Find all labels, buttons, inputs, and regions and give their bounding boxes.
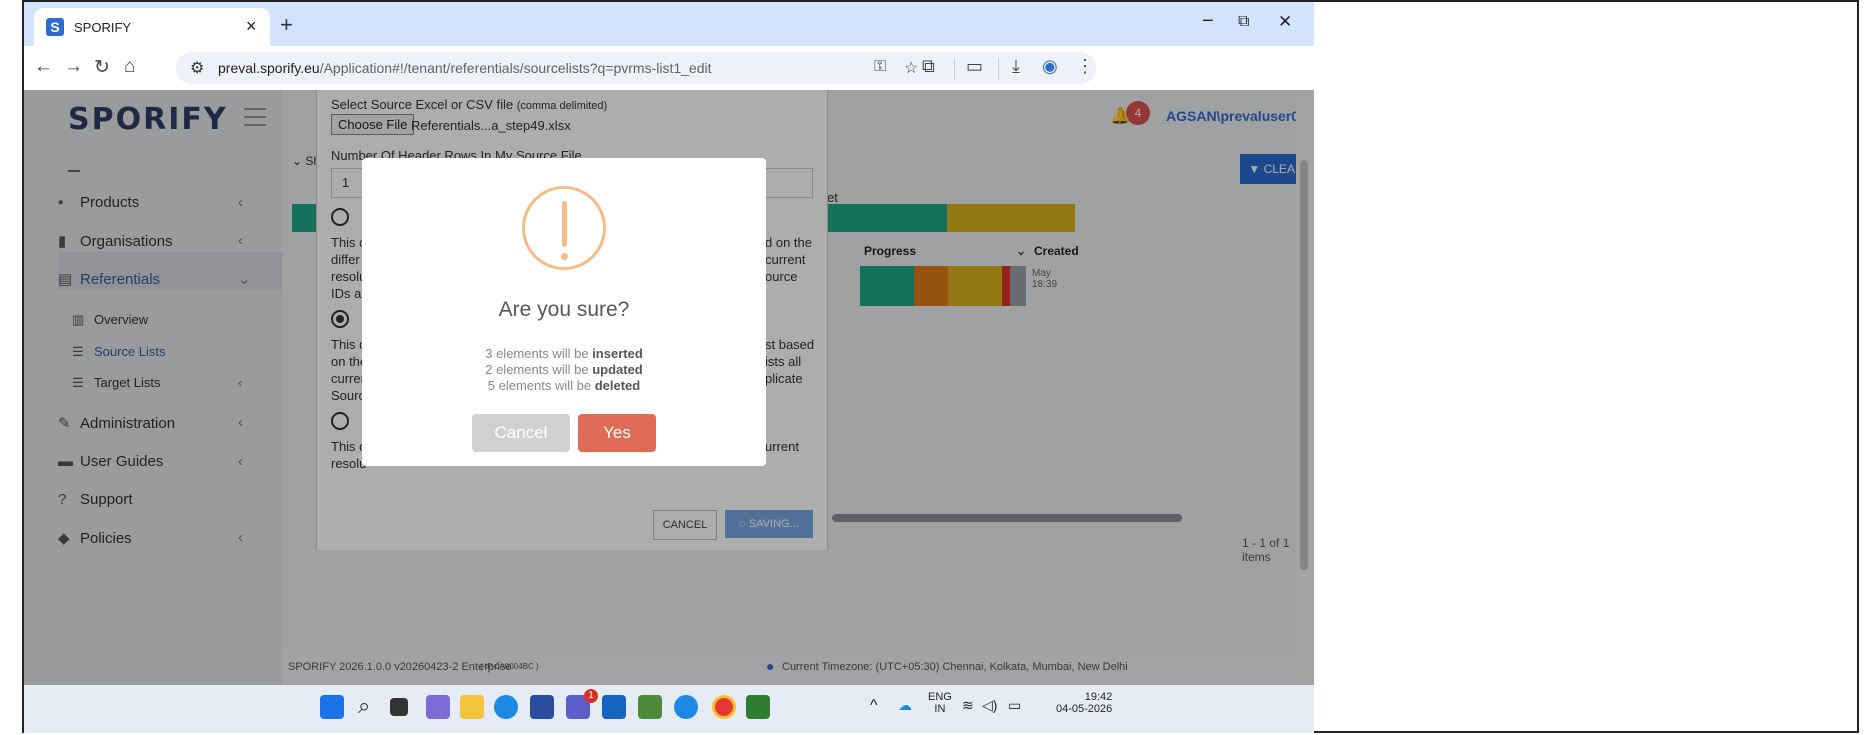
menu-dots-icon[interactable]: ⋮ bbox=[1076, 56, 1094, 77]
excel-icon[interactable] bbox=[746, 695, 770, 719]
deleted-summary: 5 elements will be deleted bbox=[362, 378, 766, 393]
windows-start-icon[interactable] bbox=[320, 695, 344, 719]
volume-icon[interactable]: ◁) bbox=[982, 697, 997, 714]
chevron-up-icon[interactable]: ^ bbox=[870, 697, 878, 715]
summary-action: inserted bbox=[592, 346, 643, 361]
reading-mode-icon[interactable]: ▭ bbox=[966, 56, 983, 77]
warning-mark-dot bbox=[561, 253, 568, 260]
dialog-title: Are you sure? bbox=[498, 298, 630, 321]
clock-date: 04-05-2026 bbox=[1056, 703, 1113, 715]
sporify-favicon-icon: S bbox=[46, 18, 64, 36]
lang-bottom: IN bbox=[934, 703, 946, 715]
windows-taskbar: ⌕ 1 ^ ☁ ENG IN ≋ ◁) ▭ 19:42 04-05-2026 bbox=[24, 685, 1314, 733]
profile-icon[interactable]: ◉ bbox=[1042, 56, 1058, 77]
summary-prefix: 5 elements will be bbox=[487, 378, 592, 393]
url-host: preval.sporify.eu bbox=[218, 60, 320, 76]
browser-window: S SPORIFY × + − ⧉ ✕ ← → ↻ ⌂ ⚙ preval.spo… bbox=[24, 2, 1314, 733]
clock[interactable]: 19:42 04-05-2026 bbox=[1056, 691, 1112, 715]
warning-icon bbox=[522, 186, 606, 270]
confirm-dialog: Are you sure? 3 elements will be inserte… bbox=[362, 158, 766, 466]
store-icon[interactable] bbox=[530, 695, 554, 719]
language-indicator[interactable]: ENG IN bbox=[928, 691, 952, 715]
inserted-summary: 3 elements will be inserted bbox=[362, 346, 766, 361]
app-icon[interactable] bbox=[638, 695, 662, 719]
summary-prefix: 3 elements will be bbox=[485, 346, 589, 361]
home-icon[interactable]: ⌂ bbox=[124, 56, 135, 78]
outlook-icon[interactable] bbox=[602, 695, 626, 719]
onedrive-app-icon[interactable] bbox=[674, 695, 698, 719]
forward-arrow-icon[interactable]: → bbox=[64, 56, 83, 78]
task-view-icon[interactable] bbox=[390, 698, 408, 716]
lang-top: ENG bbox=[928, 691, 952, 703]
url-text[interactable]: preval.sporify.eu/Application#!/tenant/r… bbox=[218, 60, 712, 76]
tab-close-icon[interactable]: × bbox=[246, 16, 257, 37]
clock-time: 19:42 bbox=[1084, 691, 1113, 703]
dialog-yes-button[interactable]: Yes bbox=[578, 414, 656, 452]
summary-prefix: 2 elements will be bbox=[485, 362, 589, 377]
tab-sporify[interactable]: S SPORIFY × bbox=[34, 8, 270, 46]
dialog-cancel-button[interactable]: Cancel bbox=[472, 414, 570, 452]
address-bar[interactable]: ⚙ preval.sporify.eu/Application#!/tenant… bbox=[176, 52, 1096, 84]
download-icon[interactable]: ⤓ bbox=[1012, 56, 1020, 77]
updated-summary: 2 elements will be updated bbox=[362, 362, 766, 377]
close-window-button[interactable]: ✕ bbox=[1278, 12, 1292, 32]
wifi-icon[interactable]: ≋ bbox=[962, 697, 974, 714]
edge-browser-icon[interactable] bbox=[494, 695, 518, 719]
restore-button[interactable]: ⧉ bbox=[1238, 13, 1249, 31]
teams-badge: 1 bbox=[584, 689, 598, 703]
chrome-icon[interactable] bbox=[712, 695, 736, 719]
site-info-icon[interactable]: ⚙ bbox=[190, 58, 204, 78]
browser-toolbar: ← → ↻ ⌂ ⚙ preval.sporify.eu/Application#… bbox=[24, 46, 1314, 91]
bookmark-star-icon[interactable]: ☆ bbox=[904, 58, 918, 78]
new-tab-button[interactable]: + bbox=[280, 12, 293, 38]
reload-icon[interactable]: ↻ bbox=[94, 56, 110, 79]
minimize-button[interactable]: − bbox=[1202, 10, 1214, 33]
tab-title: SPORIFY bbox=[74, 20, 132, 35]
toolbar-divider bbox=[954, 58, 955, 80]
summary-action: updated bbox=[592, 362, 643, 377]
back-arrow-icon[interactable]: ← bbox=[34, 56, 53, 78]
extensions-icon[interactable]: ⧉ bbox=[922, 56, 935, 77]
search-icon[interactable]: ⌕ bbox=[358, 693, 370, 719]
url-path: /Application#!/tenant/referentials/sourc… bbox=[319, 60, 712, 76]
password-key-icon[interactable]: ⚿ bbox=[874, 58, 886, 76]
onedrive-tray-icon[interactable]: ☁ bbox=[898, 697, 912, 714]
warning-mark-bar bbox=[562, 201, 567, 247]
file-explorer-icon[interactable] bbox=[460, 695, 484, 719]
toolbar-divider bbox=[998, 58, 999, 80]
battery-icon[interactable]: ▭ bbox=[1008, 697, 1021, 714]
tab-strip: S SPORIFY × + − ⧉ ✕ bbox=[24, 2, 1314, 46]
copilot-icon[interactable] bbox=[426, 695, 450, 719]
summary-action: deleted bbox=[594, 378, 641, 393]
